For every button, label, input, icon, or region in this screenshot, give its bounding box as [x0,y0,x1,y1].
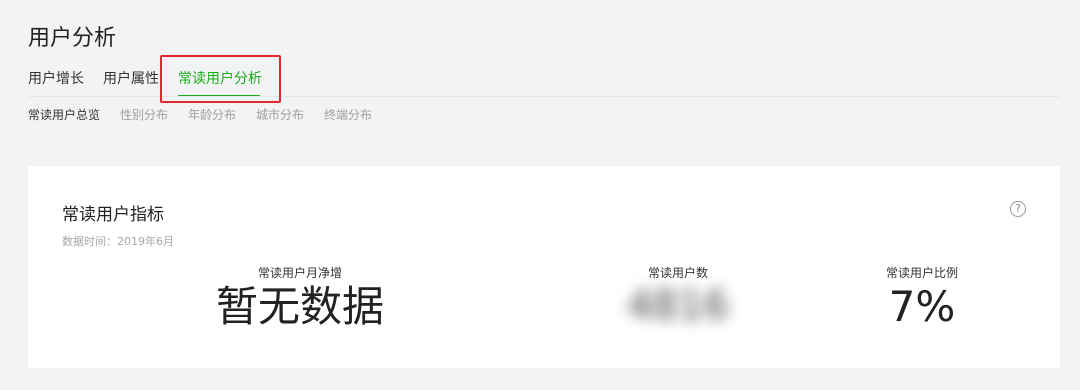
metric-label-user-ratio: 常读用户比例 [885,266,959,280]
data-time: 数据时间：2019年6月 [62,233,174,249]
tab-user-attributes[interactable]: 用户属性 [103,68,159,88]
metric-label-user-count: 常读用户数 [647,266,709,280]
subtab-age[interactable]: 年龄分布 [188,106,236,123]
metric-value-user-count-blurred: 4816 [627,283,729,329]
metric-value-user-ratio: 7% [888,282,956,331]
subtab-device[interactable]: 终端分布 [324,106,372,123]
subtab-overview[interactable]: 常读用户总览 [28,106,100,123]
data-time-label: 数据时间： [62,235,117,248]
page: 用户分析 用户增长 用户属性 常读用户分析 常读用户总览 性别分布 年龄分布 城… [0,0,1080,390]
annotation-highlight-box [160,55,281,103]
subtab-gender[interactable]: 性别分布 [120,106,168,123]
data-time-value: 2019年6月 [117,235,174,248]
tab-user-growth[interactable]: 用户增长 [28,68,84,88]
metric-value-net-growth: 暂无数据 [215,282,385,331]
subtab-city[interactable]: 城市分布 [256,106,304,123]
card-title: 常读用户指标 [62,205,164,225]
help-icon[interactable]: ? [1010,201,1026,217]
page-title: 用户分析 [28,26,117,51]
metric-label-net-growth: 常读用户月净增 [257,266,343,280]
metrics-card: 常读用户指标 ? 数据时间：2019年6月 常读用户月净增 暂无数据 常读用户数… [28,166,1060,368]
